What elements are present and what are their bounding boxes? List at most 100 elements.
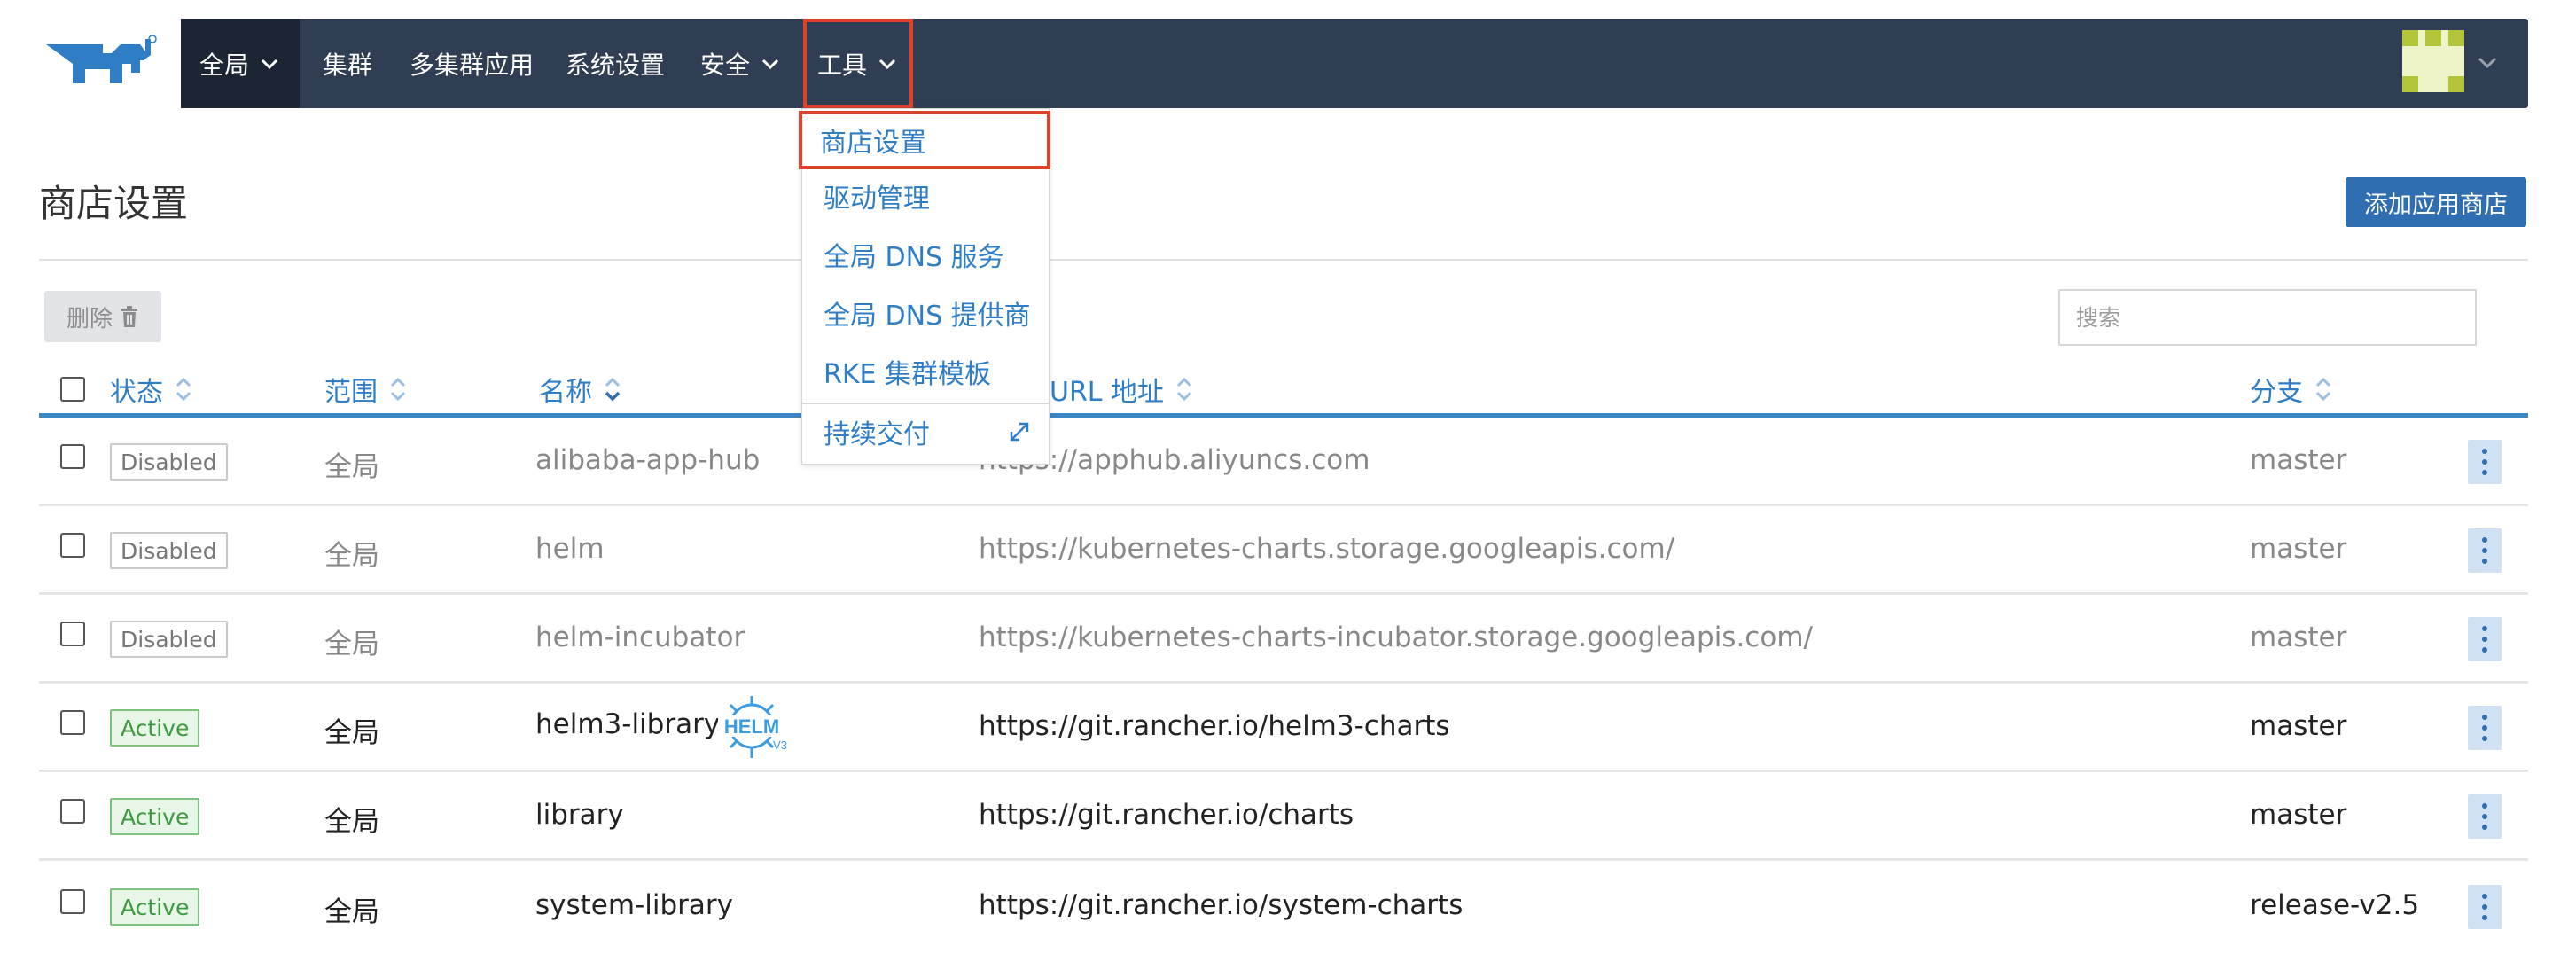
sort-icon	[176, 377, 191, 402]
menu-item-rke-templates[interactable]: RKE 集群模板	[802, 345, 1049, 398]
cell-branch: master	[2250, 710, 2347, 742]
menu-item-continuous-delivery[interactable]: 持续交付	[802, 405, 1049, 458]
kebab-dot	[2482, 470, 2487, 475]
select-all-checkbox[interactable]	[60, 377, 85, 402]
nav-security-label: 安全	[700, 50, 751, 80]
column-header-state[interactable]: 状态	[110, 364, 193, 415]
table-header: 状态 范围 名称 URL 地址 分支	[39, 364, 2528, 415]
cell-branch: master	[2250, 444, 2347, 476]
cell-scope: 全局	[324, 806, 379, 838]
nav-multi-cluster-apps-label: 多集群应用	[410, 50, 535, 80]
chevron-down-icon	[761, 59, 779, 69]
menu-item-label: 全局 DNS 提供商	[824, 301, 1031, 332]
row-checkbox[interactable]	[60, 444, 85, 469]
row-actions-button[interactable]	[2468, 885, 2502, 929]
nav-tools[interactable]: 工具	[803, 19, 914, 108]
delete-button[interactable]: 删除	[44, 291, 161, 342]
table-row: Disabled 全局 helm-incubator https://kuber…	[39, 595, 2528, 684]
column-header-url[interactable]: URL 地址	[1050, 364, 1194, 415]
delete-button-label: 删除	[66, 305, 113, 332]
kebab-dot	[2482, 459, 2487, 465]
menu-item-label: 商店设置	[820, 128, 926, 159]
avatar-pixel	[2448, 30, 2464, 46]
kebab-dot	[2482, 904, 2487, 910]
row-actions-button[interactable]	[2468, 528, 2502, 573]
nav-global-label: 全局	[199, 50, 249, 80]
sort-icon	[1177, 377, 1192, 402]
external-link-icon	[1010, 422, 1029, 442]
sort-desc-icon	[605, 377, 621, 402]
nav-multi-cluster-apps[interactable]: 多集群应用	[410, 19, 534, 108]
cell-name: system-library	[535, 889, 733, 921]
nav-global[interactable]: 全局	[181, 19, 300, 108]
status-badge: Disabled	[110, 532, 228, 569]
rancher-logo-icon[interactable]	[39, 32, 160, 92]
kebab-dot	[2482, 725, 2487, 731]
cell-scope: 全局	[324, 451, 379, 483]
cell-scope: 全局	[324, 717, 379, 749]
nav-settings-label: 系统设置	[566, 50, 666, 80]
helm-version-text: V3	[773, 739, 787, 752]
chevron-down-icon[interactable]	[2475, 50, 2500, 74]
menu-item-label: 全局 DNS 服务	[824, 242, 1004, 273]
cell-branch: master	[2250, 622, 2347, 653]
column-header-name[interactable]: 名称	[539, 364, 622, 415]
helm-v3-icon: HELM V3	[718, 696, 787, 758]
kebab-dot	[2482, 814, 2487, 819]
kebab-dot	[2482, 449, 2487, 454]
menu-item-label: 持续交付	[824, 419, 930, 450]
kebab-dot	[2482, 559, 2487, 564]
nav-clusters[interactable]: 集群	[323, 19, 372, 108]
row-actions-button[interactable]	[2468, 440, 2502, 484]
cell-url: https://git.rancher.io/system-charts	[979, 889, 1464, 921]
tools-dropdown-menu: 商店设置 驱动管理 全局 DNS 服务 全局 DNS 提供商 RKE 集群模板 …	[799, 108, 1050, 465]
nav-security[interactable]: 安全	[700, 19, 782, 108]
avatar-pixel	[2402, 76, 2418, 92]
cell-url: https://git.rancher.io/charts	[979, 799, 1354, 831]
nav-clusters-label: 集群	[323, 50, 373, 80]
row-checkbox[interactable]	[60, 533, 85, 558]
nav-settings[interactable]: 系统设置	[566, 19, 665, 108]
row-actions-button[interactable]	[2468, 794, 2502, 839]
menu-item-global-dns[interactable]: 全局 DNS 服务	[802, 228, 1049, 281]
cell-url: https://kubernetes-charts-incubator.stor…	[979, 622, 1813, 653]
avatar-pixel	[2448, 76, 2464, 92]
avatar-pixel	[2402, 30, 2418, 46]
status-badge: Active	[110, 888, 200, 926]
chevron-down-icon	[878, 59, 896, 69]
table-row: Active 全局 library https://git.rancher.io…	[39, 772, 2528, 861]
column-header-label: 分支	[2250, 377, 2303, 408]
nav-tools-label: 工具	[817, 50, 868, 80]
add-catalog-button[interactable]: 添加应用商店	[2346, 177, 2526, 227]
row-actions-button[interactable]	[2468, 617, 2502, 661]
kebab-dot	[2482, 736, 2487, 741]
kebab-dot	[2482, 825, 2487, 830]
column-header-branch[interactable]: 分支	[2250, 364, 2333, 415]
search-input[interactable]	[2058, 289, 2477, 346]
kebab-dot	[2482, 626, 2487, 631]
sort-icon	[2315, 377, 2331, 402]
column-header-label: 状态	[110, 377, 163, 408]
row-checkbox[interactable]	[60, 889, 85, 914]
cell-name: library	[535, 799, 624, 831]
menu-item-label: 驱动管理	[824, 184, 930, 215]
menu-item-label: RKE 集群模板	[824, 359, 992, 390]
kebab-dot	[2482, 647, 2487, 653]
cell-scope: 全局	[324, 629, 379, 661]
column-header-scope[interactable]: 范围	[324, 364, 408, 415]
cell-name: alibaba-app-hub	[535, 444, 761, 476]
cell-scope: 全局	[324, 896, 379, 928]
cell-name: helm3-library	[535, 708, 721, 740]
row-checkbox[interactable]	[60, 622, 85, 646]
kebab-dot	[2482, 537, 2487, 543]
page-title: 商店设置	[39, 182, 189, 225]
cell-name: helm	[535, 533, 605, 565]
menu-item-drivers[interactable]: 驱动管理	[802, 169, 1049, 223]
cell-url: https://git.rancher.io/helm3-charts	[979, 710, 1450, 742]
menu-item-catalog-settings[interactable]: 商店设置	[799, 111, 1050, 169]
user-avatar[interactable]	[2402, 30, 2464, 92]
menu-item-global-dns-providers[interactable]: 全局 DNS 提供商	[802, 286, 1049, 340]
row-checkbox[interactable]	[60, 799, 85, 824]
row-actions-button[interactable]	[2468, 706, 2502, 750]
row-checkbox[interactable]	[60, 710, 85, 735]
